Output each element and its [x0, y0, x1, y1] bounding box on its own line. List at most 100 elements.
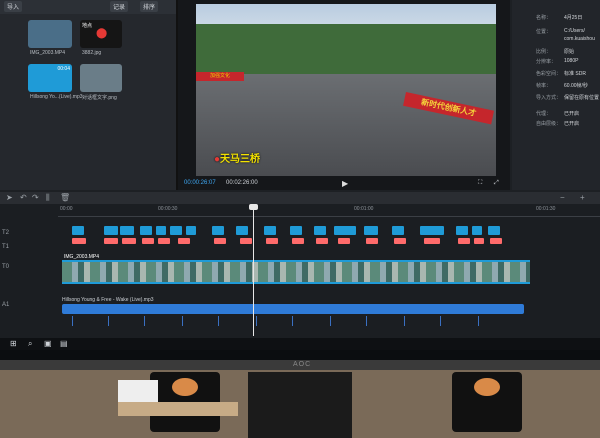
beat-marker [440, 316, 441, 326]
select-tool-icon[interactable]: ➤ [6, 193, 13, 202]
speaker-cone [172, 378, 198, 396]
text-clip[interactable] [392, 226, 404, 235]
fit-icon[interactable]: ⛶ [478, 180, 482, 187]
play-button[interactable]: ▶ [342, 179, 348, 188]
audio-track-clip[interactable] [62, 304, 524, 314]
video-preview[interactable]: 加强文化 新时代创新人才 ●天马三桥 [196, 4, 496, 176]
speaker-cone [474, 378, 500, 396]
effect-clip[interactable] [178, 238, 190, 244]
effect-clip[interactable] [394, 238, 406, 244]
effect-clip[interactable] [316, 238, 328, 244]
duration-label: 00:04 [57, 66, 70, 72]
effect-clip[interactable] [158, 238, 170, 244]
time-ruler[interactable]: 00:00 00:00:30 00:01:00 00:01:30 [58, 206, 600, 217]
text-clip[interactable] [72, 226, 84, 235]
start-icon[interactable]: ⊞ [10, 339, 17, 348]
undo-icon[interactable]: ↶ [20, 193, 27, 202]
zoom-out-icon[interactable]: − [560, 193, 565, 202]
fullscreen-icon[interactable]: ⤢ [494, 180, 499, 187]
location-text: 天马三桥 [220, 154, 261, 165]
beat-marker [144, 316, 145, 326]
effect-clip[interactable] [240, 238, 252, 244]
prop-label: 代理： [536, 111, 552, 117]
effect-clip[interactable] [122, 238, 136, 244]
trees [196, 24, 496, 79]
total-timecode: 00:02:26:00 [226, 180, 258, 186]
text-clip[interactable] [472, 226, 482, 235]
prop-value: 1080P [564, 58, 579, 64]
beat-marker [72, 316, 73, 326]
app-icon[interactable]: ▣ [44, 339, 52, 348]
effect-clip[interactable] [424, 238, 440, 244]
effect-clip[interactable] [104, 238, 118, 244]
effect-clip[interactable] [474, 238, 484, 244]
screen: 导入 记录 排序 IMG_2003.MP4 ⬤ 地点 3882.jpg 00:0… [0, 0, 600, 350]
effect-clip[interactable] [366, 238, 378, 244]
track-header[interactable]: T0 [2, 264, 58, 278]
ruler-tick: 00:01:00 [354, 206, 374, 212]
redo-icon[interactable]: ↷ [32, 193, 39, 202]
text-clip[interactable] [212, 226, 224, 235]
text-clip[interactable] [420, 226, 444, 235]
video-track-clip[interactable] [62, 260, 530, 284]
text-clip[interactable] [314, 226, 326, 235]
track-header[interactable]: T2 [2, 230, 58, 244]
track-header[interactable]: A1 [2, 302, 58, 316]
media-thumbnail[interactable] [28, 20, 72, 48]
prop-label: 色彩空间： [536, 71, 562, 77]
text-clip[interactable] [290, 226, 302, 235]
prop-label: 位置： [536, 29, 552, 35]
media-thumbnail[interactable]: ⬤ 地点 [80, 20, 122, 48]
text-clip[interactable] [236, 226, 248, 235]
prop-label: 导入方式： [536, 95, 562, 101]
import-button[interactable]: 导入 [4, 1, 23, 12]
wooden-shelf [118, 402, 238, 416]
text-clip[interactable] [120, 226, 134, 235]
text-clip[interactable] [186, 226, 196, 235]
media-item-label: Hillsong Yo...(Live).mp3 [30, 94, 83, 100]
text-clip[interactable] [104, 226, 118, 235]
playhead[interactable] [253, 206, 254, 336]
location-caption: ●天马三桥 [214, 150, 260, 165]
prop-value: 标准 SDR [564, 71, 586, 77]
ruler-tick: 00:00:30 [158, 206, 178, 212]
prop-label: 名称： [536, 15, 552, 21]
effect-clip[interactable] [458, 238, 470, 244]
timeline-panel: ➤ ↶ ↷ ⫼ 🗑 − + 00:00 00:00:30 00:01:00 00… [0, 192, 600, 338]
monitor-stand [248, 372, 352, 438]
effect-clip[interactable] [266, 238, 278, 244]
paper-note [118, 380, 158, 402]
sort-button[interactable]: 排序 [140, 1, 159, 12]
effect-clip[interactable] [142, 238, 154, 244]
split-icon[interactable]: ⫼ [46, 193, 50, 203]
text-clip[interactable] [364, 226, 378, 235]
effect-clip[interactable] [338, 238, 350, 244]
ruler-tick: 00:01:30 [536, 206, 556, 212]
text-clip[interactable] [140, 226, 152, 235]
record-button[interactable]: 记录 [110, 1, 129, 12]
beat-marker [478, 316, 479, 326]
text-clip[interactable] [456, 226, 468, 235]
text-clip[interactable] [334, 226, 356, 235]
effect-clip[interactable] [72, 238, 86, 244]
text-clip[interactable] [170, 226, 182, 235]
effect-clip[interactable] [214, 238, 226, 244]
delete-icon[interactable]: 🗑 [60, 193, 70, 202]
text-clip[interactable] [156, 226, 166, 235]
editor-app-icon[interactable]: ▤ [60, 339, 68, 348]
properties-panel: 名称： 4月25日 位置： C:/Users/ com.kuaishou 比例： 原始… [512, 0, 600, 190]
effect-clip[interactable] [490, 238, 502, 244]
monitor: 导入 记录 排序 IMG_2003.MP4 ⬤ 地点 3882.jpg 00:0… [0, 0, 600, 368]
media-thumbnail-audio[interactable]: 00:04 [28, 64, 72, 92]
track-header[interactable]: T1 [2, 244, 58, 258]
search-icon[interactable]: ⌕ [28, 339, 32, 349]
text-clip[interactable] [264, 226, 276, 235]
effect-clip[interactable] [292, 238, 304, 244]
zoom-in-icon[interactable]: + [580, 193, 585, 202]
media-item-label: IMG_2003.MP4 [30, 50, 66, 56]
beat-marker [182, 316, 183, 326]
text-clip[interactable] [488, 226, 500, 235]
media-thumbnail[interactable] [80, 64, 122, 92]
banner-left: 加强文化 [196, 72, 244, 81]
beat-marker [218, 316, 219, 326]
